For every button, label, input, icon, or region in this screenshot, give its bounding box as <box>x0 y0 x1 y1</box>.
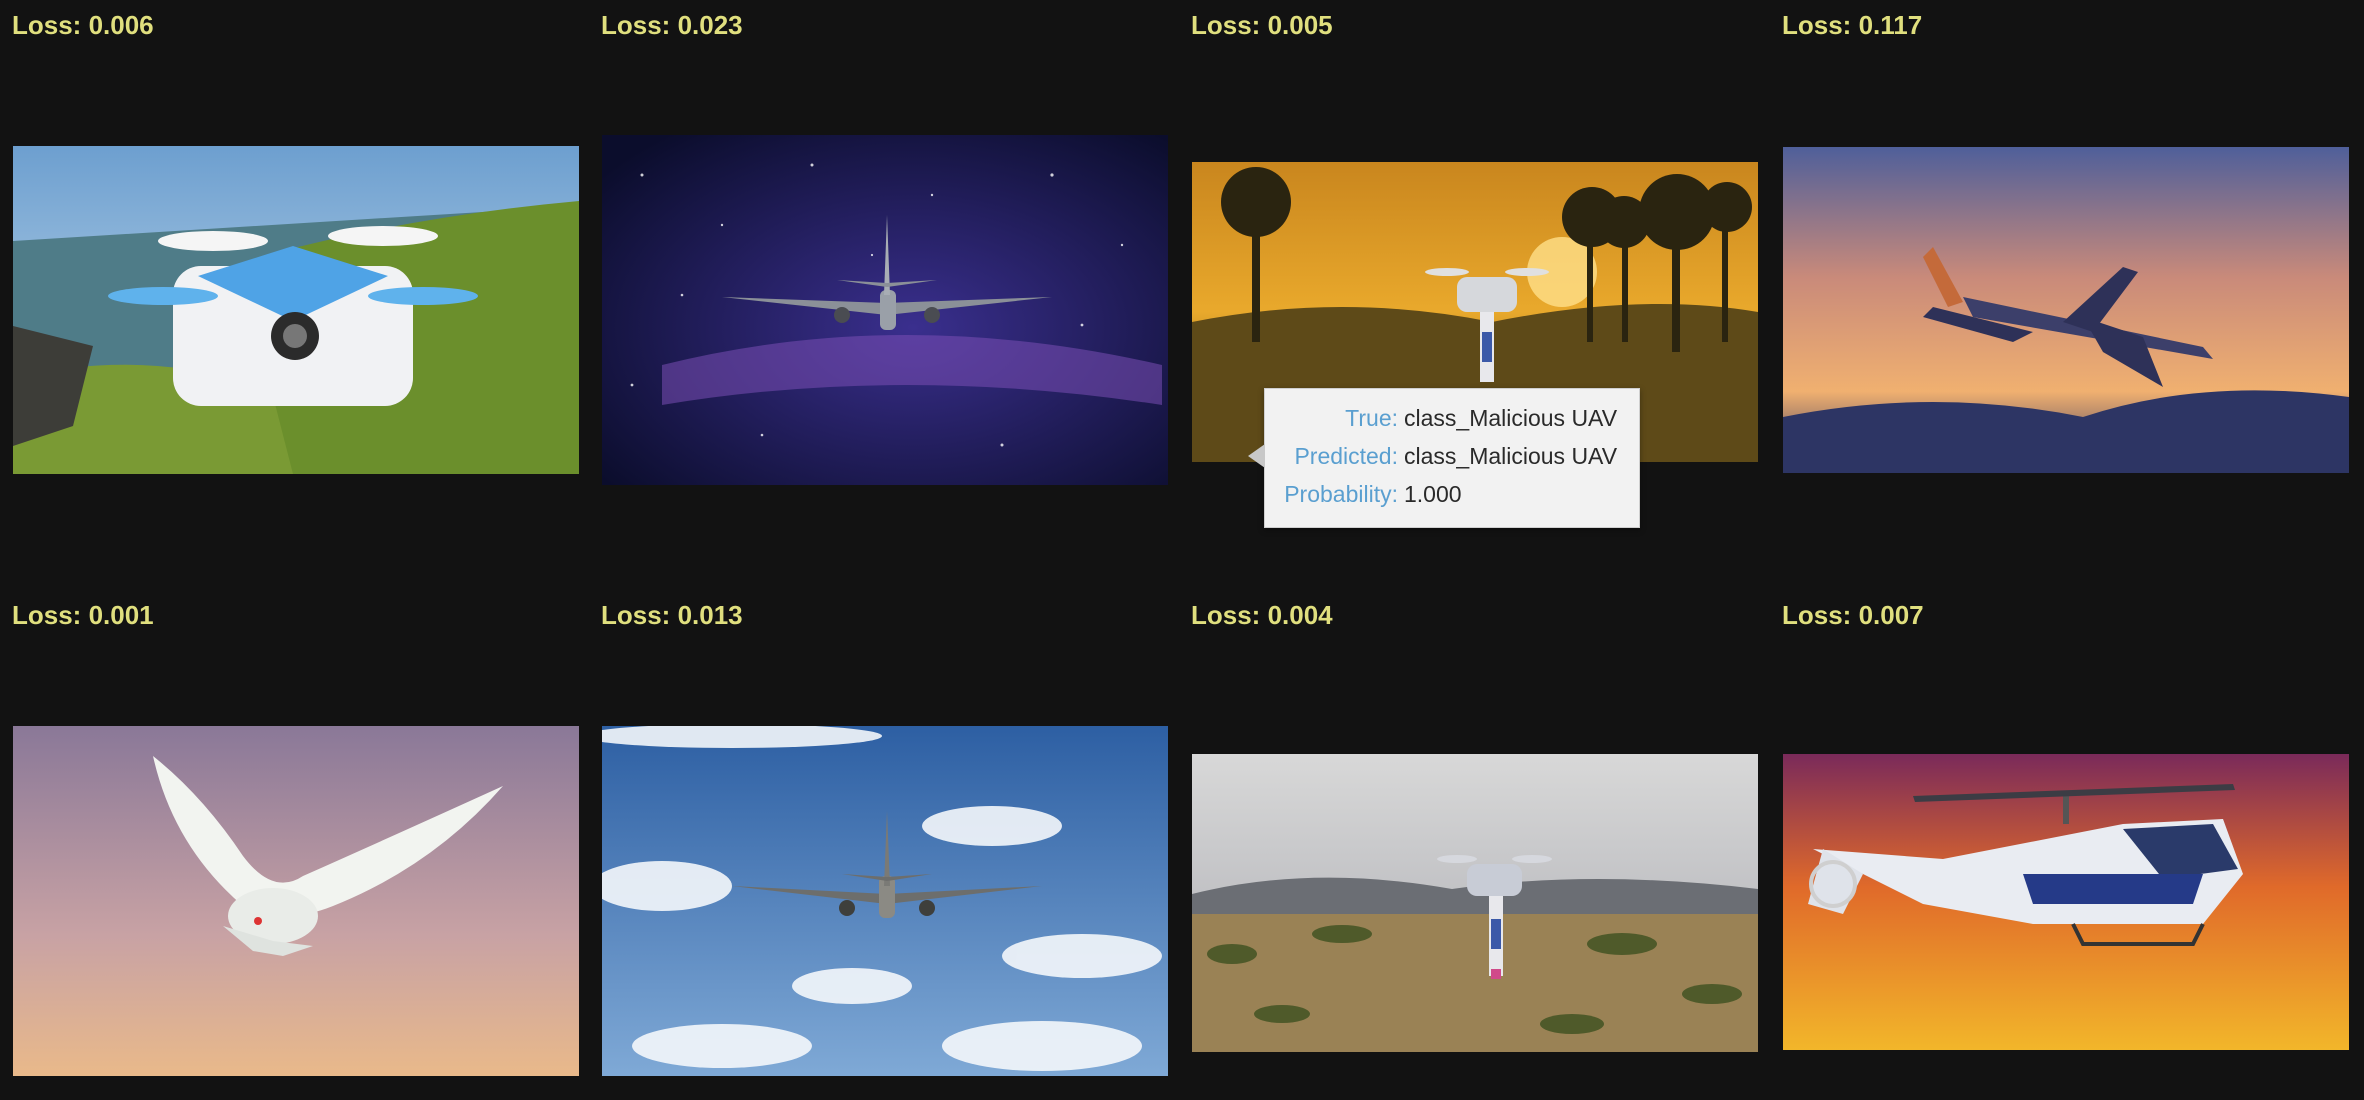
predicted-key: Predicted: <box>1294 443 1398 469</box>
image-thumbnail-helicopter[interactable] <box>1783 754 2349 1050</box>
loss-label: Loss: 0.004 <box>1191 600 1333 630</box>
loss-label: Loss: 0.005 <box>1191 10 1333 40</box>
prediction-tooltip: True: class_Malicious UAV Predicted: cla… <box>1248 388 1640 528</box>
loss-label: Loss: 0.117 <box>1782 10 1923 40</box>
loss-label: Loss: 0.023 <box>601 10 743 40</box>
probability-key: Probability: <box>1284 481 1398 507</box>
grid-cell-1: Loss: 0.006 <box>12 10 579 490</box>
tooltip-row-true: True: class_Malicious UAV <box>1265 405 1629 435</box>
true-value: class_Malicious UAV <box>1404 405 1618 431</box>
grid-cell-8: Loss: 0.007 <box>1782 600 2349 1080</box>
grid-cell-4: Loss: 0.117 <box>1782 10 2349 490</box>
image-thumbnail-airliner-blue-sky[interactable] <box>602 726 1168 1076</box>
image-thumbnail-drone-cliff[interactable] <box>13 146 579 474</box>
image-thumbnail-airliner-night[interactable] <box>602 135 1168 485</box>
image-thumbnail-dove[interactable] <box>13 726 579 1076</box>
grid-cell-7: Loss: 0.004 <box>1191 600 1758 1080</box>
loss-label: Loss: 0.007 <box>1782 600 1924 630</box>
image-thumbnail-jet-dusk[interactable] <box>1783 147 2349 473</box>
loss-label: Loss: 0.001 <box>12 600 154 630</box>
grid-cell-2: Loss: 0.023 <box>601 10 1168 490</box>
grid-cell-5: Loss: 0.001 <box>12 600 579 1080</box>
predicted-value: class_Malicious UAV <box>1404 443 1618 469</box>
probability-value: 1.000 <box>1404 481 1462 507</box>
image-thumbnail-drone-desert[interactable] <box>1192 754 1758 1052</box>
grid-cell-6: Loss: 0.013 <box>601 600 1168 1080</box>
loss-label: Loss: 0.013 <box>601 600 743 630</box>
true-key: True: <box>1345 405 1398 431</box>
tooltip-row-predicted: Predicted: class_Malicious UAV <box>1265 443 1629 473</box>
tooltip-row-probability: Probability: 1.000 <box>1265 481 1629 511</box>
loss-label: Loss: 0.006 <box>12 10 154 40</box>
